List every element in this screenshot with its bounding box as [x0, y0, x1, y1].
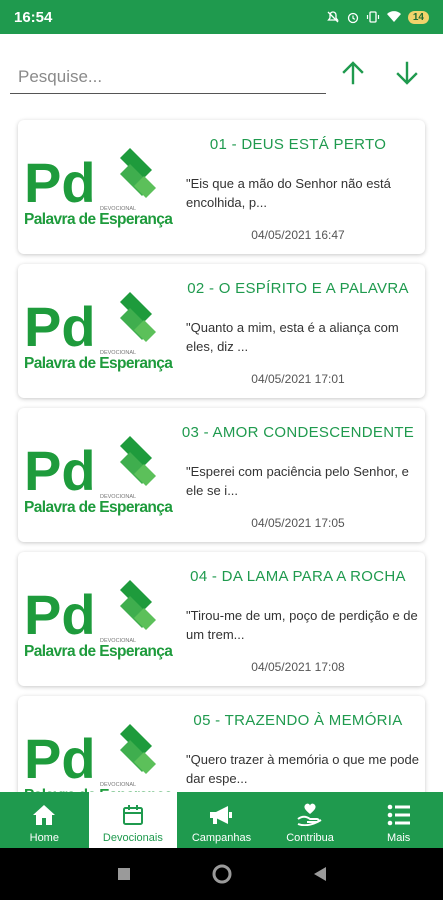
status-bar: 16:54 14	[0, 0, 443, 34]
battery-icon: 14	[407, 10, 429, 24]
devotional-card[interactable]: Pd DEVOCIONAL Palavra de Esperança 01 - DEU…	[18, 120, 425, 254]
search-input[interactable]	[10, 60, 326, 94]
devotional-snippet: "Esperei com paciência pelo Senhor, e el…	[186, 464, 409, 498]
vibrate-icon	[366, 11, 379, 23]
devotional-snippet: "Tirou-me de um, poço de perdição e de u…	[186, 608, 418, 642]
wifi-icon	[386, 11, 401, 22]
palavra-de-esperanca-logo: PdDEVOCIONALPalavra de Esperança	[24, 292, 174, 372]
megaphone-icon	[210, 806, 233, 824]
donate-icon	[297, 803, 322, 826]
back-icon[interactable]	[313, 866, 327, 882]
search-bar	[0, 34, 443, 112]
devotional-title: 05 - TRAZENDO À MEMÓRIA	[193, 712, 403, 729]
arrow-down-icon	[396, 61, 418, 85]
nav-mais-label: Mais	[387, 832, 411, 844]
devotional-snippet: "Quanto a mim, esta é a aliança com eles…	[186, 320, 399, 354]
nav-devocionais[interactable]: Devocionais	[88, 792, 178, 848]
devotional-card[interactable]: Pd DEVOCIONAL Palavra de Esperança 03 - AMO…	[18, 408, 425, 542]
devotional-list[interactable]: Pd DEVOCIONAL Palavra de Esperança 01 - DEU…	[0, 116, 443, 792]
devotional-card[interactable]: PdDEVOCIONALPalavra de Esperança 05 - TRA…	[18, 696, 425, 792]
logo-stripes-icon	[120, 436, 156, 486]
recents-icon[interactable]	[117, 867, 131, 881]
logo-letters: Pd	[24, 583, 96, 646]
devotional-date: 04/05/2021 16:47	[251, 228, 345, 242]
logo-letters: Pd	[24, 439, 96, 502]
calendar-icon	[122, 805, 143, 825]
home-circle-icon[interactable]	[211, 863, 233, 885]
nav-contribua[interactable]: Contribua	[266, 792, 355, 848]
nav-campanhas-label: Campanhas	[191, 832, 252, 844]
status-time: 16:54	[14, 8, 53, 26]
devotional-snippet: "Quero trazer à memória o que me pode da…	[186, 752, 419, 786]
palavra-de-esperanca-logo: PdDEVOCIONALPalavra de Esperança	[24, 724, 174, 792]
devotional-title: 02 - O ESPÍRITO E A PALAVRA	[187, 280, 409, 297]
devotional-card[interactable]: Pd DEVOCIONAL Palavra de Esperança 02 - O E…	[18, 264, 425, 398]
logo-tagline: Palavra de Esperança	[24, 499, 173, 516]
system-nav-bar	[0, 848, 443, 900]
palavra-de-esperanca-logo: PdDEVOCIONALPalavra de Esperança	[24, 580, 174, 660]
logo-stripes-icon	[120, 724, 156, 774]
logo-tagline: Palavra de Esperança	[24, 355, 173, 372]
logo-stripes-icon	[120, 580, 156, 630]
nav-home-label: Home	[29, 832, 59, 844]
nav-mais[interactable]: Mais	[354, 792, 443, 848]
nav-devocionais-label: Devocionais	[102, 832, 163, 844]
alarm-icon	[347, 12, 359, 24]
menu-list-icon	[387, 804, 410, 826]
logo-tagline: Palavra de Esperança	[24, 643, 173, 660]
devotional-date: 04/05/2021 17:01	[251, 372, 345, 386]
logo-letters: Pd	[24, 727, 96, 790]
logo-stripes-icon	[120, 148, 156, 198]
sort-ascending-button[interactable]	[336, 56, 370, 90]
home-icon	[33, 805, 56, 825]
devotional-title: 03 - AMOR CONDESCENDENTE	[181, 424, 415, 441]
status-icons: 14	[326, 10, 429, 24]
devotional-date: 04/05/2021 17:08	[251, 660, 345, 674]
logo-letters: Pd	[24, 151, 96, 214]
logo-letters: Pd	[24, 295, 96, 358]
arrow-up-icon	[342, 61, 364, 85]
mute-icon	[327, 11, 339, 23]
nav-home[interactable]: Home	[0, 792, 89, 848]
screen: 16:54 14 PdDEVOCIONALPalavra de Esperanç…	[0, 0, 443, 900]
palavra-de-esperanca-logo: PdDEVOCIONALPalavra de Esperança	[24, 148, 174, 228]
bottom-nav: Home Devocionais Campanhas Contribua Mai…	[0, 792, 443, 848]
devotional-title: 01 - DEUS ESTÁ PERTO	[209, 136, 387, 153]
devotional-title: 04 - DA LAMA PARA A ROCHA	[190, 568, 406, 585]
sort-descending-button[interactable]	[390, 56, 424, 90]
logo-tagline: Palavra de Esperança	[24, 211, 173, 228]
devotional-date: 04/05/2021 17:05	[251, 516, 345, 530]
nav-contribua-label: Contribua	[286, 832, 334, 844]
palavra-de-esperanca-logo: PdDEVOCIONALPalavra de Esperança	[24, 436, 174, 516]
devotional-card[interactable]: Pd DEVOCIONAL Palavra de Esperança 04 - DA …	[18, 552, 425, 686]
nav-campanhas[interactable]: Campanhas	[177, 792, 266, 848]
logo-stripes-icon	[120, 292, 156, 342]
devotional-snippet: "Eis que a mão do Senhor não está encolh…	[186, 176, 391, 210]
